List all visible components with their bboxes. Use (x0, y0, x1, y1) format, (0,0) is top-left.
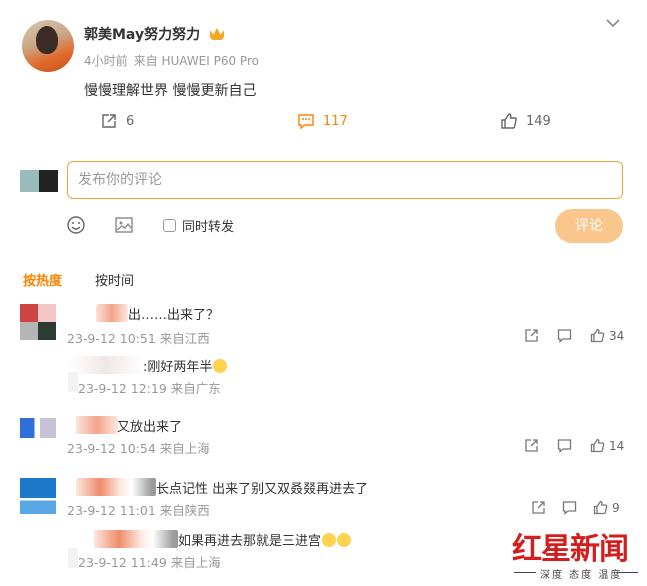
reply-meta: 23-9-12 12:19 来自广东 (78, 381, 221, 396)
divider (616, 572, 638, 573)
commenter-avatar[interactable] (20, 478, 56, 514)
author-avatar[interactable] (22, 20, 74, 72)
share-icon[interactable] (524, 438, 539, 453)
watermark-title: 红星新闻 (512, 532, 629, 567)
masked-avatar (68, 548, 78, 568)
comment-actions: 14 (524, 438, 624, 453)
like-icon[interactable] (590, 328, 605, 343)
comment-icon (298, 114, 314, 130)
like-icon[interactable] (593, 500, 608, 515)
divider (514, 572, 536, 573)
comment-like-count: 34 (609, 328, 625, 343)
repost-checkbox[interactable]: 同时转发 (163, 216, 234, 235)
commenter-avatar[interactable] (20, 418, 56, 454)
like-button[interactable]: 149 (500, 112, 551, 130)
checkbox-box[interactable] (163, 219, 176, 232)
like-icon[interactable] (590, 438, 605, 453)
masked-username (96, 304, 128, 322)
my-avatar (20, 170, 58, 192)
masked-username (76, 478, 156, 496)
reply-icon[interactable] (562, 500, 577, 515)
image-icon[interactable] (114, 215, 134, 235)
post-source: 来自 HUAWEI P60 Pro (133, 54, 259, 68)
comment-actions: 34 (524, 328, 624, 343)
masked-avatar (68, 372, 78, 392)
comment-button[interactable]: 117 (297, 112, 348, 130)
repost-count: 6 (126, 113, 135, 129)
comment-text: 又放出来了 (117, 420, 183, 435)
masked-username (94, 530, 178, 548)
comment-count: 117 (323, 113, 348, 129)
comment-like-count: 9 (612, 500, 620, 515)
repost-label: 同时转发 (182, 220, 235, 235)
comment-meta: 23-9-12 10:54 来自上海 (67, 441, 210, 456)
author-name[interactable]: 郭美May努力努力 (84, 24, 200, 44)
reply-text: :刚好两年半 (143, 356, 228, 375)
comment-input[interactable]: 发布你的评论 (67, 161, 623, 199)
reply-icon[interactable] (557, 328, 572, 343)
share-icon[interactable] (524, 328, 539, 343)
masked-username (68, 356, 144, 374)
watermark-slogan: 深度 态度 温度 (540, 570, 623, 581)
repost-button[interactable]: 6 (100, 112, 134, 130)
share-icon[interactable] (531, 500, 546, 515)
comment-text: 出……出来了？ (128, 308, 220, 323)
emoji-icon (213, 359, 228, 373)
like-icon (501, 113, 517, 129)
comment-meta: 23-9-12 11:01 来自陕西 (67, 503, 210, 518)
like-count: 149 (526, 113, 551, 129)
crown-icon (210, 28, 224, 40)
reply-meta: 23-9-12 11:49 来自上海 (78, 555, 221, 570)
submit-comment-button[interactable]: 评论 (555, 209, 623, 243)
repost-icon (102, 114, 116, 128)
post-time[interactable]: 4小时前 (84, 54, 128, 68)
comment-actions: 9 (531, 500, 620, 515)
post-meta: 4小时前 来自 HUAWEI P60 Pro (84, 52, 265, 69)
emoji-icon (322, 533, 337, 547)
reply-icon[interactable] (557, 438, 572, 453)
masked-username (76, 416, 118, 434)
tab-sort-hot[interactable]: 按热度 (23, 270, 62, 289)
comment-text: 长点记性 出来了别又双叒叕再进去了 (156, 482, 369, 497)
emoji-icon[interactable] (66, 215, 86, 235)
post-text: 慢慢理解世界 慢慢更新自己 (84, 83, 257, 99)
comment-meta: 23-9-12 10:51 来自江西 (67, 331, 210, 346)
commenter-avatar[interactable] (20, 304, 56, 340)
comment-like-count: 14 (609, 438, 625, 453)
reply-text: 如果再进去那就是三进宫 (178, 530, 352, 549)
watermark-logo: 红星新闻 深度 态度 温度 (512, 524, 638, 582)
emoji-icon (337, 533, 352, 547)
tab-sort-time[interactable]: 按时间 (95, 270, 134, 289)
more-menu-chevron-icon[interactable] (606, 16, 620, 32)
